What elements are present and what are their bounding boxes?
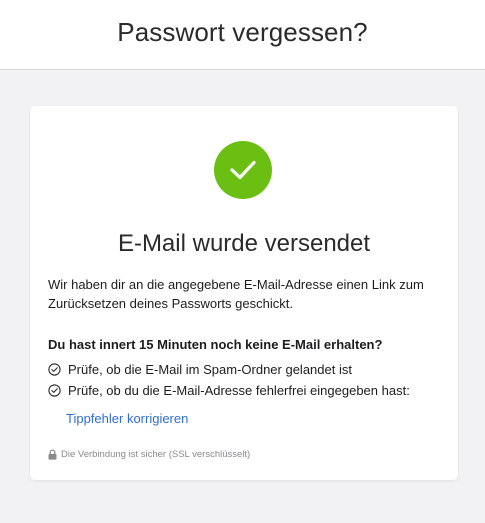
check-circle-icon	[48, 384, 61, 397]
checkmark-circle-icon	[214, 141, 272, 199]
list-item: Prüfe, ob die E-Mail im Spam-Ordner gela…	[48, 359, 410, 380]
page-header: Passwort vergessen?	[0, 0, 485, 70]
tips-list: Prüfe, ob die E-Mail im Spam-Ordner gela…	[48, 359, 410, 401]
list-item: Prüfe, ob du die E-Mail-Adresse fehlerfr…	[48, 380, 410, 401]
lock-icon	[48, 449, 57, 460]
tip-text: Prüfe, ob die E-Mail im Spam-Ordner gela…	[68, 362, 352, 377]
page-title: Passwort vergessen?	[117, 17, 368, 47]
confirmation-card: E-Mail wurde versendet Wir haben dir an …	[30, 106, 458, 480]
fix-typo-link[interactable]: Tippfehler korrigieren	[66, 411, 188, 426]
tip-text: Prüfe, ob du die E-Mail-Adresse fehlerfr…	[68, 383, 410, 398]
help-heading: Du hast innert 15 Minuten noch keine E-M…	[48, 337, 383, 352]
intro-text: Wir haben dir an die angegebene E-Mail-A…	[48, 277, 424, 311]
ssl-note: Die Verbindung ist sicher (SSL verschlüs…	[48, 449, 250, 460]
check-circle-icon	[48, 363, 61, 376]
card-title: E-Mail wurde versendet	[117, 230, 371, 257]
ssl-text: Die Verbindung ist sicher (SSL verschlüs…	[61, 449, 251, 460]
